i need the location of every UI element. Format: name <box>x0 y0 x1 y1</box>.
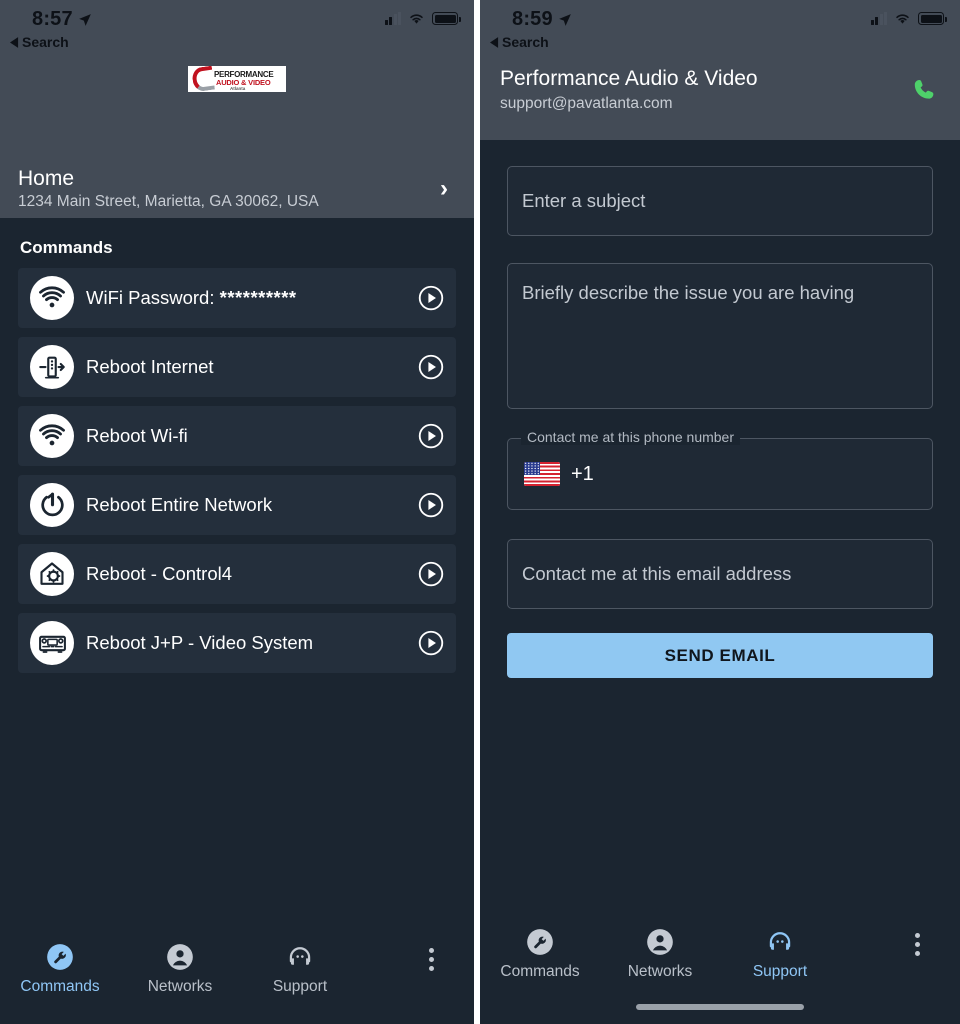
nav-item-support[interactable]: Support <box>240 942 360 996</box>
command-row-reboot-internet[interactable]: Reboot Internet <box>18 337 456 397</box>
description-textarea[interactable]: Briefly describe the issue you are havin… <box>507 263 933 409</box>
command-row-reboot-entire-network[interactable]: Reboot Entire Network <box>18 475 456 535</box>
country-code: +1 <box>571 462 594 485</box>
left-bottom-navigation: Commands Networks Support <box>0 920 474 1024</box>
power-icon <box>30 483 74 527</box>
commands-panel: Commands WiFi Password: ********** Reboo… <box>0 218 474 920</box>
run-command-button[interactable] <box>418 630 444 656</box>
location-arrow-icon <box>559 14 571 26</box>
battery-icon <box>918 12 947 25</box>
nav-label: Support <box>752 963 808 980</box>
home-title: Home <box>18 166 75 190</box>
subject-input[interactable]: Enter a subject <box>507 166 933 236</box>
us-flag-icon[interactable] <box>524 462 560 486</box>
logo-swoosh-icon <box>191 66 215 92</box>
page-title: Commands <box>20 238 113 257</box>
cellular-signal-icon <box>384 12 401 25</box>
run-command-button[interactable] <box>418 354 444 380</box>
back-triangle-icon <box>490 36 499 48</box>
home-address: 1234 Main Street, Marietta, GA 30062, US… <box>18 193 319 211</box>
wrench-icon <box>525 927 555 957</box>
nav-item-commands[interactable]: Commands <box>480 927 600 981</box>
run-command-button[interactable] <box>418 561 444 587</box>
nav-label: Networks <box>147 978 213 995</box>
command-label: Reboot - Control4 <box>86 563 233 584</box>
command-label: WiFi Password: ********** <box>86 287 406 309</box>
status-indicators <box>384 12 461 25</box>
av-receiver-icon <box>30 621 74 665</box>
command-row-reboot-wifi[interactable]: Reboot Wi-fi <box>18 406 456 466</box>
support-form: Enter a subject Briefly describe the iss… <box>480 140 960 905</box>
cellular-signal-icon <box>870 12 887 25</box>
left-status-bar: 8:57 Search <box>0 0 474 50</box>
command-label: Reboot J+P - Video System <box>86 632 314 653</box>
command-label: Reboot Internet <box>86 356 214 377</box>
battery-icon <box>432 12 461 25</box>
nav-item-networks[interactable]: Networks <box>120 942 240 996</box>
wifi-icon <box>30 276 74 320</box>
command-row-wifi-password[interactable]: WiFi Password: ********** <box>18 268 456 328</box>
run-command-button[interactable] <box>418 285 444 311</box>
home-texts: Home 1234 Main Street, Marietta, GA 3006… <box>18 167 440 211</box>
company-name: Performance Audio & Video <box>500 67 758 90</box>
support-header-texts: Performance Audio & Video support@pavatl… <box>500 67 912 113</box>
home-location-row[interactable]: Home 1234 Main Street, Marietta, GA 3006… <box>0 160 474 218</box>
back-label: Search <box>502 34 549 50</box>
wifi-status-icon <box>896 14 909 24</box>
command-value: ********** <box>219 287 297 308</box>
company-logo: PERFORMANCE AUDIO & VIDEO Atlanta <box>188 66 286 92</box>
dual-phone-screenshot: 8:57 Search PERFORMANCE AUDIO & VIDEO At… <box>0 0 960 1024</box>
router-icon <box>30 345 74 389</box>
command-row-reboot-control4[interactable]: Reboot - Control4 <box>18 544 456 604</box>
back-to-search-button[interactable]: Search <box>490 34 549 50</box>
wrench-icon <box>45 942 75 972</box>
email-input[interactable]: Contact me at this email address <box>507 539 933 609</box>
nav-item-commands[interactable]: Commands <box>0 942 120 996</box>
send-email-button[interactable]: SEND EMAIL <box>507 633 933 678</box>
left-brand-header: PERFORMANCE AUDIO & VIDEO Atlanta <box>0 48 474 160</box>
location-arrow-icon <box>79 14 91 26</box>
kebab-menu-icon[interactable] <box>429 948 434 971</box>
run-command-button[interactable] <box>418 492 444 518</box>
status-time: 8:59 <box>512 8 553 30</box>
nav-item-support[interactable]: Support <box>720 927 840 981</box>
phone-field-group: Contact me at this phone number +1 <box>507 429 933 510</box>
nav-label: Commands <box>500 963 580 980</box>
chevron-right-icon[interactable]: › <box>440 177 448 201</box>
wifi-status-icon <box>410 14 423 24</box>
support-email: support@pavatlanta.com <box>500 95 673 112</box>
logo-line-3: Atlanta <box>230 85 246 91</box>
command-label: Reboot Entire Network <box>86 494 273 515</box>
left-phone-screen: 8:57 Search PERFORMANCE AUDIO & VIDEO At… <box>0 0 474 1024</box>
headset-icon <box>285 942 315 972</box>
headset-icon <box>765 927 795 957</box>
run-command-button[interactable] <box>418 423 444 449</box>
home-indicator <box>636 1004 804 1010</box>
home-gear-icon <box>30 552 74 596</box>
phone-field-label: Contact me at this phone number <box>521 429 741 445</box>
person-icon <box>165 942 195 972</box>
commands-list: WiFi Password: ********** Reboot Interne… <box>0 268 474 673</box>
nav-label: Support <box>272 978 328 995</box>
command-label-text: WiFi Password: <box>86 287 215 308</box>
right-phone-screen: 8:59 Search Performance Audio & Video su… <box>480 0 960 1024</box>
status-time: 8:57 <box>32 8 73 30</box>
nav-label: Commands <box>20 978 100 995</box>
person-icon <box>645 927 675 957</box>
back-triangle-icon <box>10 36 19 48</box>
status-indicators <box>870 12 947 25</box>
command-label: Reboot Wi-fi <box>86 425 188 446</box>
nav-item-networks[interactable]: Networks <box>600 927 720 981</box>
kebab-menu-icon[interactable] <box>915 933 920 956</box>
phone-icon[interactable] <box>912 76 940 104</box>
nav-label: Networks <box>627 963 693 980</box>
right-status-bar: 8:59 Search <box>480 0 960 50</box>
right-bottom-navigation: Commands Networks Support <box>480 905 960 1024</box>
wifi-icon <box>30 414 74 458</box>
support-header: Performance Audio & Video support@pavatl… <box>480 48 960 140</box>
command-row-reboot-video-system[interactable]: Reboot J+P - Video System <box>18 613 456 673</box>
phone-input[interactable]: +1 <box>507 438 933 510</box>
